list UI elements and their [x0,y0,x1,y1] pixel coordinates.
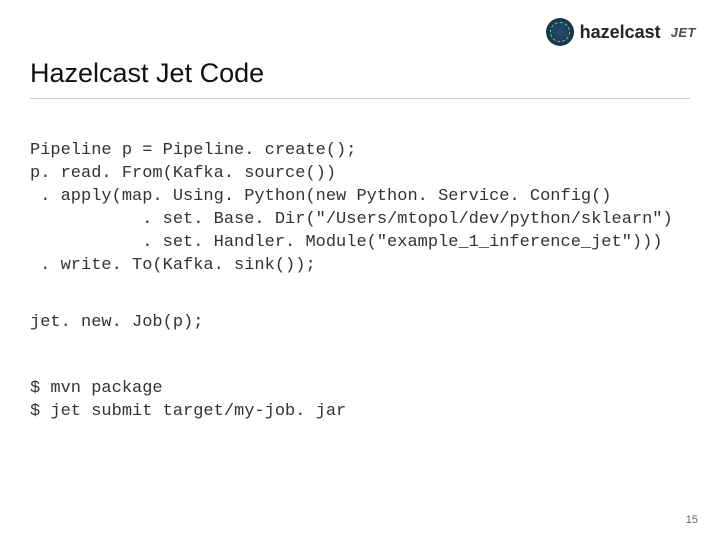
title-divider [30,98,690,99]
brand-name-rest: cast [625,22,661,42]
brand-name: hazelcast [580,22,661,43]
slide: hazelcast JET Hazelcast Jet Code Pipelin… [0,0,720,540]
hazelcast-globe-icon [546,18,574,46]
brand-jet-label: JET [671,25,696,40]
brand-logo: hazelcast JET [546,18,696,46]
code-block-job: jet. new. Job(p); [30,312,690,335]
page-number: 15 [686,514,698,526]
code-block-shell: $ mvn package $ jet submit target/my-job… [30,378,690,424]
code-block-pipeline: Pipeline p = Pipeline. create(); p. read… [30,140,690,278]
brand-name-bold: hazel [580,22,625,42]
page-title: Hazelcast Jet Code [30,58,264,89]
